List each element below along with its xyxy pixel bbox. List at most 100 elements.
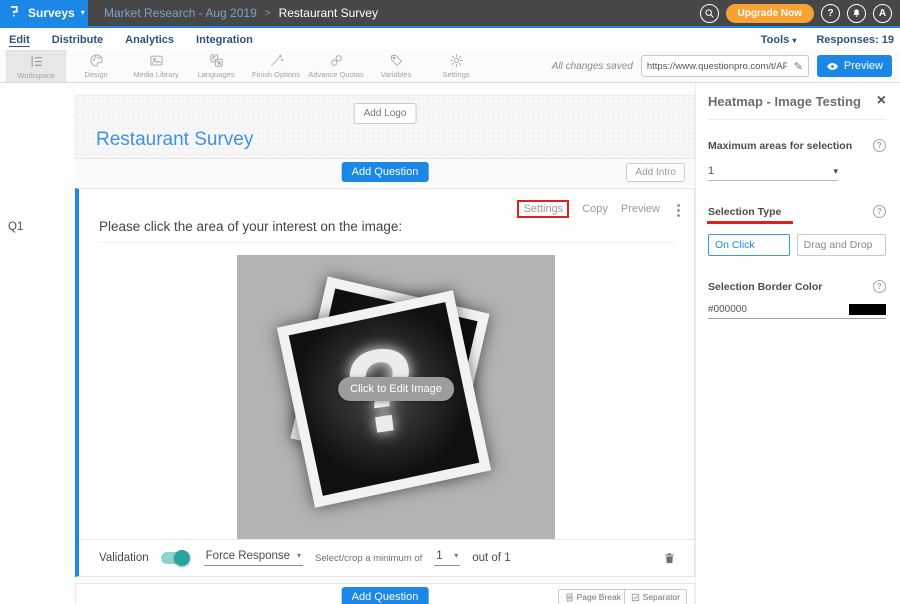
question-settings-button[interactable]: Settings bbox=[517, 200, 569, 218]
border-color-input-row: #000000 bbox=[708, 304, 886, 319]
avatar[interactable]: A bbox=[873, 4, 892, 23]
ribbon-item-finish-options[interactable]: Finish Options bbox=[246, 50, 306, 82]
ribbon-item-languages[interactable]: Languages bbox=[186, 50, 246, 82]
autosave-status: All changes saved bbox=[552, 61, 633, 72]
border-color-label: Selection Border Color bbox=[708, 281, 822, 293]
page-break-icon bbox=[565, 593, 574, 602]
workspace-icon bbox=[29, 54, 44, 69]
add-question-bottom-button[interactable]: Add Question bbox=[342, 587, 429, 604]
search-button[interactable] bbox=[700, 4, 719, 23]
questionpro-logo-icon bbox=[8, 3, 22, 24]
trash-icon bbox=[663, 551, 676, 565]
product-label: Surveys bbox=[28, 6, 75, 20]
selection-type-options: On Click Drag and Drop bbox=[708, 234, 886, 256]
validation-row: Validation Force Response ▾ Select/crop … bbox=[79, 539, 694, 576]
preview-button[interactable]: Preview bbox=[817, 55, 892, 77]
survey-url-box: ✎ bbox=[641, 55, 809, 77]
chevron-down-icon: ▾ bbox=[454, 552, 458, 560]
question-preview-button[interactable]: Preview bbox=[621, 203, 660, 215]
help-button[interactable]: ? bbox=[821, 4, 840, 23]
survey-header-card: Add Logo Restaurant Survey Add Question … bbox=[75, 95, 695, 185]
panel-title: Heatmap - Image Testing bbox=[708, 94, 861, 109]
notifications-button[interactable] bbox=[847, 4, 866, 23]
ribbon-item-variables[interactable]: Variables bbox=[366, 50, 426, 82]
checkbox-icon bbox=[631, 593, 640, 602]
add-block-strip: Add Question Page Break Separator bbox=[75, 583, 695, 604]
tab-analytics[interactable]: Analytics bbox=[125, 34, 174, 46]
page-break-button[interactable]: Page Break bbox=[558, 589, 628, 604]
tag-icon bbox=[389, 53, 404, 68]
top-bar: Surveys ▾ Market Research - Aug 2019 > R… bbox=[0, 0, 900, 28]
breadcrumb-survey-name: Restaurant Survey bbox=[279, 6, 378, 20]
ribbon-item-media-library[interactable]: Media Library bbox=[126, 50, 186, 82]
question-copy-button[interactable]: Copy bbox=[582, 203, 608, 215]
border-color-help-icon[interactable]: ? bbox=[873, 280, 886, 293]
panel-divider bbox=[708, 119, 886, 120]
breadcrumb-separator: > bbox=[265, 8, 271, 19]
chevron-down-icon: ▾ bbox=[833, 167, 838, 176]
gear-icon bbox=[449, 53, 464, 68]
border-color-value[interactable]: #000000 bbox=[708, 304, 747, 315]
survey-editor-page: Surveys ▾ Market Research - Aug 2019 > R… bbox=[0, 0, 900, 604]
max-areas-select[interactable]: 1 ▾ bbox=[708, 165, 838, 181]
palette-icon bbox=[89, 53, 104, 68]
responses-count[interactable]: Responses: 19 bbox=[816, 34, 894, 46]
breadcrumb: Market Research - Aug 2019 > Restaurant … bbox=[88, 0, 378, 26]
question-text[interactable]: Please click the area of your interest o… bbox=[99, 219, 402, 234]
tools-menu[interactable]: Tools ▾ bbox=[761, 34, 797, 46]
max-areas-label: Maximum areas for selection bbox=[708, 140, 852, 152]
minimum-select[interactable]: 1 ▾ bbox=[434, 550, 460, 566]
minimum-prefix-label: Select/crop a minimum of bbox=[315, 553, 422, 564]
upgrade-now-button[interactable]: Upgrade Now bbox=[726, 4, 814, 23]
surveys-menu[interactable]: Surveys ▾ bbox=[0, 0, 88, 26]
question-text-underline bbox=[99, 242, 675, 243]
breadcrumb-folder[interactable]: Market Research - Aug 2019 bbox=[104, 6, 257, 20]
question-card: Settings Copy Preview Please click the a… bbox=[75, 188, 695, 577]
close-panel-button[interactable]: × bbox=[877, 93, 886, 109]
survey-actions-row: Add Question Add Intro bbox=[75, 158, 695, 185]
ribbon-item-advance-quotas[interactable]: Advance Quotas bbox=[306, 50, 366, 82]
selection-type-label: Selection Type bbox=[708, 206, 781, 218]
chevron-down-icon: ▾ bbox=[81, 9, 85, 17]
validation-label: Validation bbox=[99, 552, 149, 564]
module-nav: Edit Distribute Analytics Integration To… bbox=[0, 30, 900, 50]
border-color-swatch[interactable] bbox=[849, 304, 886, 315]
survey-url-input[interactable] bbox=[642, 61, 789, 72]
chevron-down-icon: ▾ bbox=[792, 36, 796, 45]
ribbon-right: All changes saved ✎ Preview bbox=[552, 55, 892, 77]
drag-and-drop-option[interactable]: Drag and Drop bbox=[797, 234, 886, 256]
add-logo-button[interactable]: Add Logo bbox=[354, 103, 417, 124]
red-annotation-underline bbox=[707, 221, 793, 224]
ribbon-item-settings[interactable]: Settings bbox=[426, 50, 486, 82]
separator-button[interactable]: Separator bbox=[624, 589, 687, 604]
links-icon bbox=[329, 53, 344, 68]
tab-integration[interactable]: Integration bbox=[196, 34, 253, 46]
add-intro-button[interactable]: Add Intro bbox=[626, 163, 685, 182]
ribbon-item-design[interactable]: Design bbox=[66, 50, 126, 82]
wand-icon bbox=[269, 53, 284, 68]
minimum-suffix-label: out of 1 bbox=[472, 552, 510, 564]
max-areas-help-icon[interactable]: ? bbox=[873, 139, 886, 152]
delete-question-button[interactable] bbox=[663, 551, 676, 565]
survey-title[interactable]: Restaurant Survey bbox=[96, 129, 253, 151]
translate-icon bbox=[209, 53, 224, 68]
validation-type-select[interactable]: Force Response ▾ bbox=[204, 550, 303, 566]
search-icon bbox=[704, 8, 715, 19]
click-to-edit-image-button[interactable]: Click to Edit Image bbox=[338, 377, 454, 401]
heatmap-image-placeholder[interactable]: ? Click to Edit Image bbox=[237, 255, 555, 540]
question-more-menu[interactable] bbox=[677, 202, 680, 219]
nav-right: Tools ▾ Responses: 19 bbox=[761, 34, 900, 46]
on-click-option[interactable]: On Click bbox=[708, 234, 790, 256]
edit-url-icon[interactable]: ✎ bbox=[789, 60, 808, 73]
validation-toggle[interactable] bbox=[161, 552, 188, 564]
question-settings-panel: Heatmap - Image Testing × Maximum areas … bbox=[695, 83, 900, 604]
chevron-down-icon: ▾ bbox=[297, 552, 301, 560]
add-question-button[interactable]: Add Question bbox=[342, 162, 429, 182]
tab-edit[interactable]: Edit bbox=[9, 34, 30, 46]
topbar-actions: Upgrade Now ? A bbox=[700, 0, 900, 26]
tab-distribute[interactable]: Distribute bbox=[52, 34, 103, 46]
ribbon-item-workspace[interactable]: Workspace bbox=[6, 50, 66, 82]
eye-icon bbox=[826, 61, 839, 72]
question-number-label: Q1 bbox=[8, 221, 23, 233]
selection-type-help-icon[interactable]: ? bbox=[873, 205, 886, 218]
